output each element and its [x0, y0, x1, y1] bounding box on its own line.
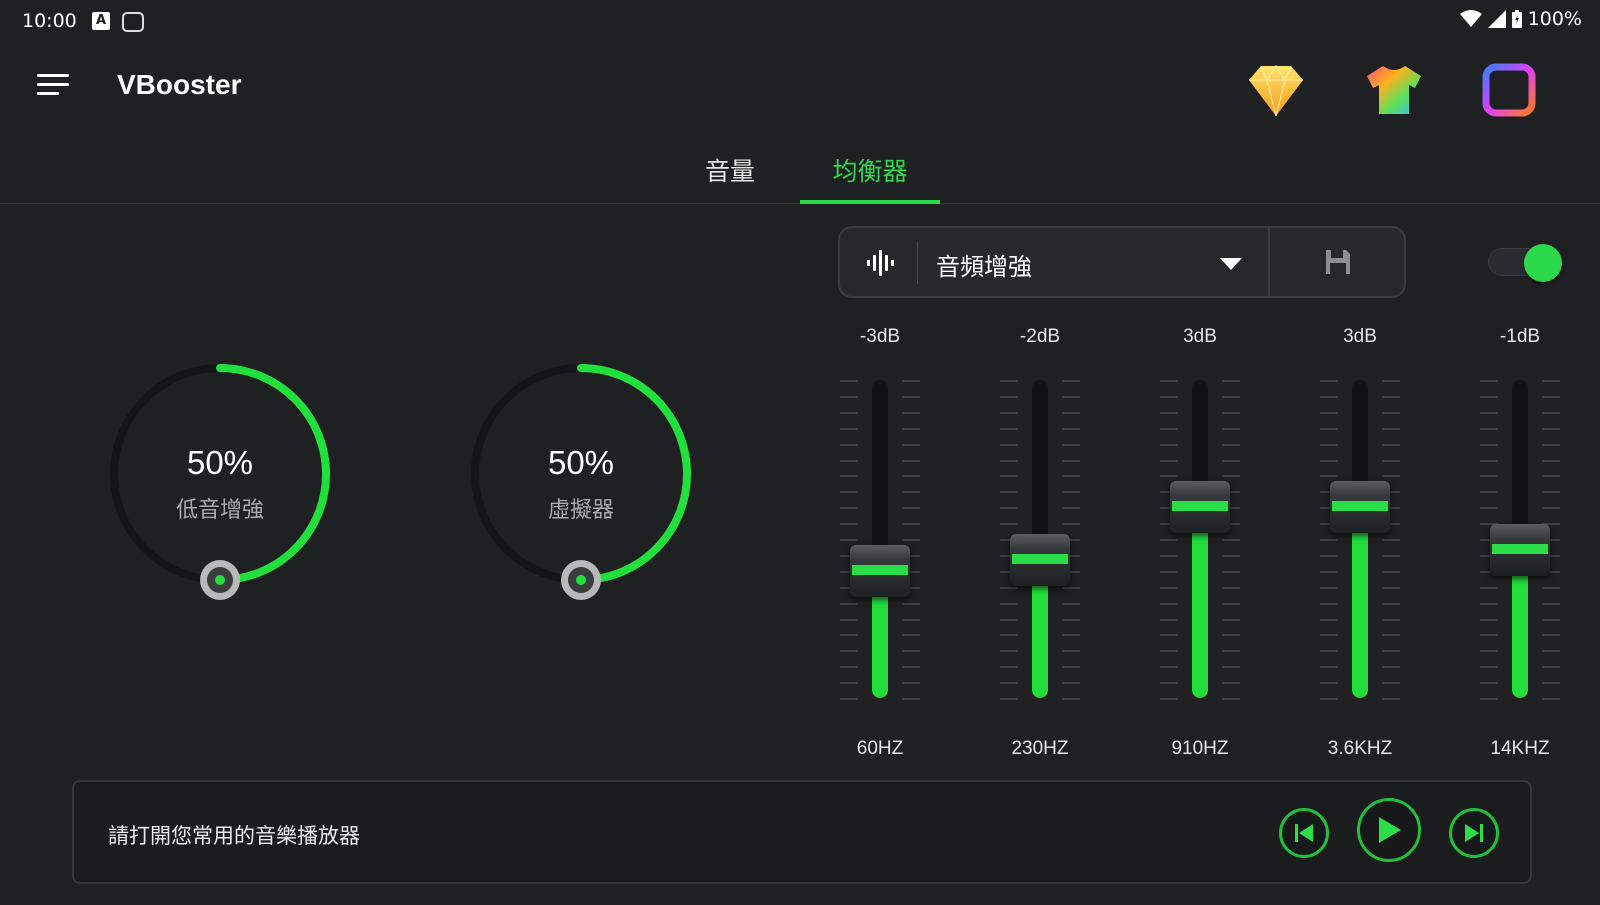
equalizer-toggle[interactable] — [1488, 244, 1564, 282]
battery-icon — [1511, 10, 1522, 28]
eq-band-db: -3dB — [859, 326, 901, 347]
shirt-icon[interactable] — [1365, 62, 1423, 118]
player-message: 請打開您常用的音樂播放器 — [108, 824, 360, 848]
bass-boost-label: 低音增強 — [175, 498, 264, 523]
eq-slider-thumb[interactable] — [1010, 534, 1070, 587]
bass-boost-dial[interactable]: 50% 低音增強 — [104, 364, 344, 614]
next-button[interactable] — [1449, 808, 1499, 858]
eq-band-db: 3dB — [1343, 326, 1377, 347]
tab-volume[interactable]: 音量 — [700, 152, 760, 188]
eq-slider-thumb[interactable] — [850, 544, 910, 597]
eq-slider-thumb[interactable] — [1170, 481, 1230, 534]
eq-band: -1dB 14KHZ — [1460, 320, 1580, 770]
signal-icon — [1487, 10, 1506, 28]
save-icon — [1326, 250, 1350, 274]
eq-slider-thumb[interactable] — [1490, 523, 1550, 576]
eq-band-frequency: 14KHZ — [1490, 738, 1550, 759]
eq-band-frequency: 60HZ — [856, 738, 904, 759]
keyboard-a-icon: A — [92, 12, 110, 30]
battery-percent: 100% — [1527, 8, 1582, 30]
play-icon — [1379, 817, 1401, 843]
eq-band: 3dB 3.6KHZ — [1300, 320, 1420, 770]
previous-button[interactable] — [1279, 808, 1329, 858]
eq-band: -2dB 230HZ — [980, 320, 1100, 770]
toggle-knob — [1524, 244, 1562, 282]
virtualizer-label: 虛擬器 — [547, 498, 614, 523]
active-tab-indicator — [800, 200, 940, 204]
app-notification-icon — [122, 12, 144, 32]
bass-boost-value: 50% — [186, 444, 254, 481]
eq-slider-fill — [1192, 507, 1208, 698]
player-bar: 請打開您常用的音樂播放器 — [72, 780, 1532, 884]
app-title: VBooster — [117, 69, 242, 100]
wifi-icon — [1459, 10, 1482, 27]
play-button[interactable] — [1357, 798, 1421, 862]
eq-band-frequency: 230HZ — [1011, 738, 1069, 759]
preset-selector: 音頻增強 — [838, 226, 1406, 298]
eq-slider-fill — [1352, 507, 1368, 698]
eq-slider-thumb[interactable] — [1330, 481, 1390, 534]
eq-band-db: -2dB — [1019, 326, 1061, 347]
next-icon — [1465, 824, 1483, 842]
frame-icon[interactable] — [1480, 62, 1538, 118]
tab-bar: 音量 均衡器 — [0, 140, 1600, 204]
eq-band-frequency: 910HZ — [1171, 738, 1229, 759]
eq-band: 3dB 910HZ — [1140, 320, 1260, 770]
status-bar: 10:00 A 100% — [0, 0, 1600, 44]
app-bar: VBooster — [0, 44, 1600, 132]
preset-divider — [917, 242, 918, 284]
status-time: 10:00 — [22, 10, 77, 32]
virtualizer-dial[interactable]: 50% 虛擬器 — [465, 364, 705, 614]
save-preset-button[interactable] — [1270, 228, 1406, 296]
eq-band-db: -1dB — [1499, 326, 1541, 347]
tab-volume-label: 音量 — [704, 157, 755, 186]
previous-icon — [1295, 824, 1313, 842]
eq-band-frequency: 3.6KHZ — [1327, 738, 1393, 759]
eq-band: -3dB 60HZ — [820, 320, 940, 770]
diamond-icon[interactable] — [1247, 62, 1305, 118]
tab-equalizer[interactable]: 均衡器 — [800, 152, 940, 204]
preset-name[interactable]: 音頻增強 — [936, 247, 1032, 282]
status-right: 100% — [1459, 8, 1582, 30]
soundwave-icon — [867, 250, 894, 276]
menu-icon[interactable] — [34, 68, 72, 106]
virtualizer-value: 50% — [547, 444, 615, 481]
eq-band-db: 3dB — [1183, 326, 1217, 347]
tab-equalizer-label: 均衡器 — [832, 157, 908, 186]
dropdown-arrow-icon[interactable] — [1220, 258, 1242, 270]
